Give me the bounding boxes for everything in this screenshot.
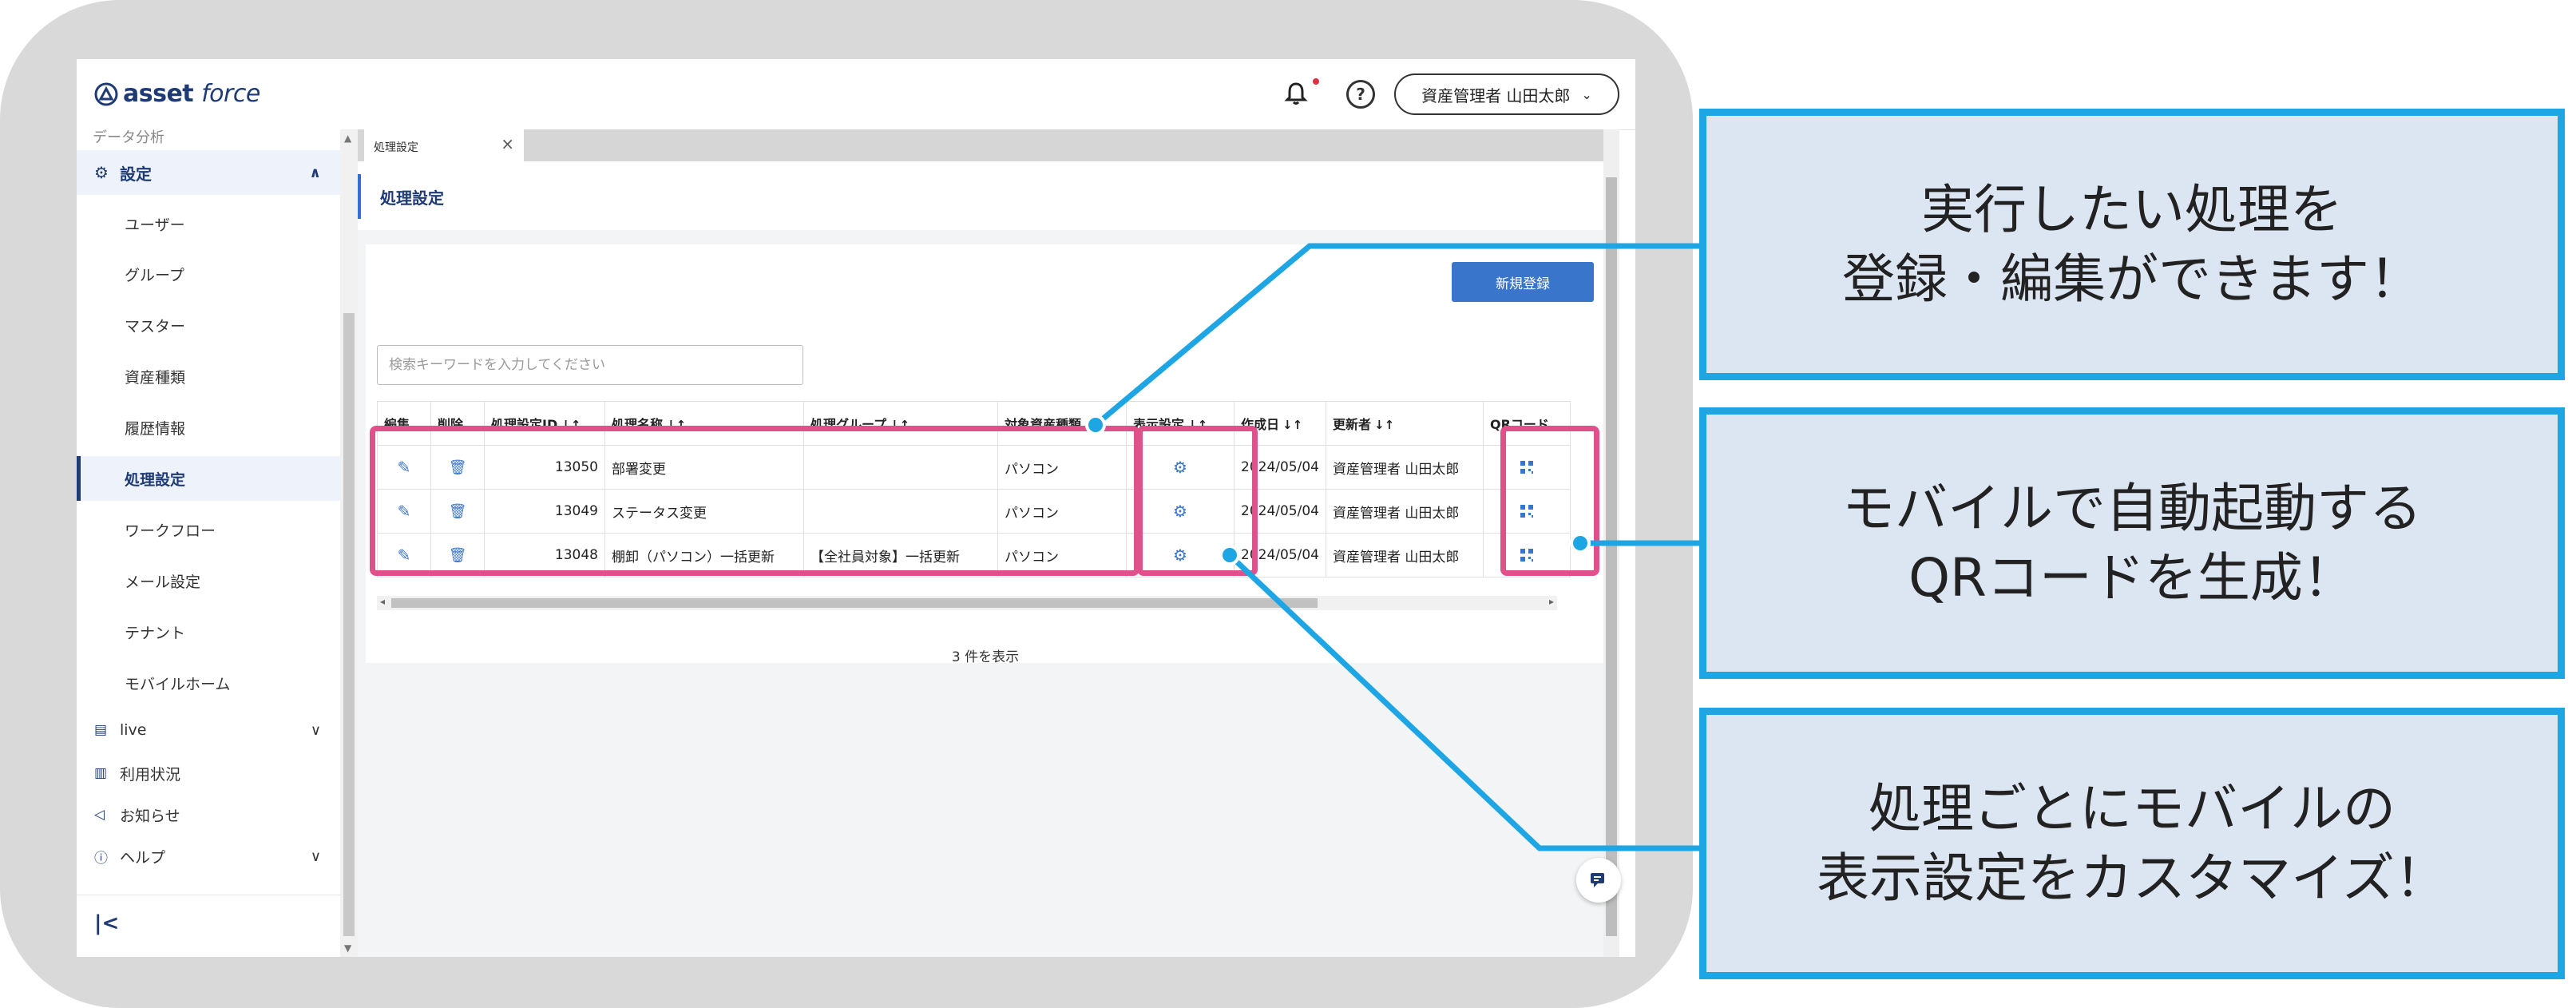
connector-dot xyxy=(1219,545,1240,566)
callout-register-edit: 実行したい処理を 登録・編集ができます！ xyxy=(1699,109,2565,380)
connector-dot xyxy=(1570,533,1591,554)
connector-dot xyxy=(1085,415,1106,435)
connector-line-display xyxy=(1227,553,1701,851)
connector-line-register xyxy=(1093,243,1701,427)
callout-qr-generate: モバイルで自動起動する QRコードを生成！ xyxy=(1699,407,2565,679)
callout-display-customize: 処理ごとにモバイルの 表示設定をカスタマイズ！ xyxy=(1699,708,2565,979)
